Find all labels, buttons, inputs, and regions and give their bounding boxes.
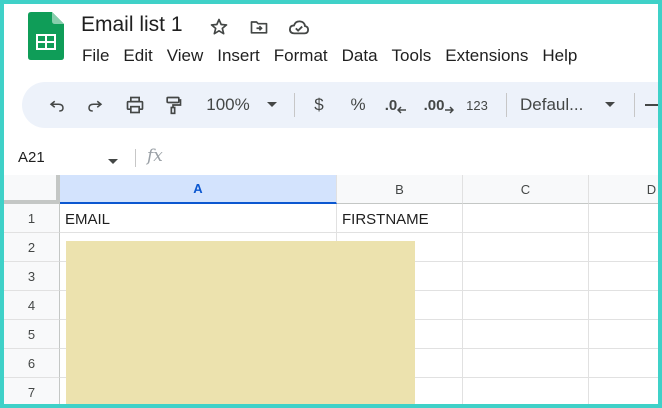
print-icon[interactable] (122, 82, 148, 128)
arrow-right-icon (445, 106, 455, 114)
toolbar-divider (634, 93, 635, 117)
increase-decimal-button[interactable]: .00 (422, 82, 456, 128)
cell-c1[interactable] (463, 204, 589, 233)
menu-help[interactable]: Help (535, 45, 584, 67)
increase-decimal-label: .00 (423, 96, 445, 114)
row-header[interactable]: 2 (4, 233, 60, 262)
decrease-font-size-icon[interactable] (642, 82, 658, 128)
toolbar-divider (506, 93, 507, 117)
menu-edit[interactable]: Edit (116, 45, 159, 67)
toolbar-divider (294, 93, 295, 117)
redacted-data-block (66, 241, 415, 404)
grid-cell[interactable] (589, 320, 658, 349)
grid-cell[interactable] (463, 233, 589, 262)
cloud-saved-icon[interactable] (288, 16, 310, 38)
menu-insert[interactable]: Insert (210, 45, 267, 67)
font-family-select[interactable]: Defaul... (520, 82, 592, 128)
grid-cell[interactable] (463, 291, 589, 320)
name-box[interactable]: A21 (18, 149, 45, 166)
app-window: Email list 1 File Edit View Insert Forma… (0, 0, 662, 408)
column-header-d[interactable]: D (589, 175, 658, 204)
formula-bar: A21 fx (4, 141, 658, 175)
column-header-a[interactable]: A (60, 175, 337, 204)
fx-icon: fx (147, 146, 163, 166)
font-dropdown-icon[interactable] (600, 82, 620, 128)
menu-format[interactable]: Format (267, 45, 335, 67)
row-header[interactable]: 5 (4, 320, 60, 349)
menu-tools[interactable]: Tools (385, 45, 439, 67)
more-formats-button[interactable]: 123 (462, 82, 492, 128)
arrow-left-icon (397, 106, 407, 114)
row-header[interactable]: 3 (4, 262, 60, 291)
name-box-dropdown-icon[interactable] (107, 153, 119, 171)
select-all-corner[interactable] (4, 175, 60, 204)
row-header[interactable]: 6 (4, 349, 60, 378)
menu-view[interactable]: View (160, 45, 211, 67)
grid-cell[interactable] (463, 378, 589, 404)
column-header-c[interactable]: C (463, 175, 589, 204)
currency-format-button[interactable]: $ (308, 82, 330, 128)
move-to-folder-icon[interactable] (248, 16, 270, 38)
grid-cell[interactable] (589, 378, 658, 404)
formula-bar-divider (135, 149, 136, 167)
decrease-decimal-button[interactable]: .0 (382, 82, 410, 128)
grid-cell[interactable] (463, 349, 589, 378)
menu-bar: File Edit View Insert Format Data Tools … (75, 45, 584, 67)
grid-cell[interactable] (589, 291, 658, 320)
toolbar: 100% $ % .0 .00 123 Defaul... (22, 82, 658, 128)
star-icon[interactable] (208, 16, 230, 38)
redo-icon[interactable] (82, 82, 108, 128)
grid-cell[interactable] (589, 262, 658, 291)
column-header-b[interactable]: B (337, 175, 463, 204)
row-header[interactable]: 7 (4, 378, 60, 404)
grid-cell[interactable] (463, 320, 589, 349)
percent-format-button[interactable]: % (346, 82, 370, 128)
menu-file[interactable]: File (75, 45, 116, 67)
grid-cell[interactable] (589, 349, 658, 378)
grid-cell[interactable] (589, 233, 658, 262)
paint-format-icon[interactable] (160, 82, 186, 128)
menu-data[interactable]: Data (335, 45, 385, 67)
spreadsheet-grid: A B C D 1 2 3 4 5 6 7 EMAIL FIRSTNAME (4, 175, 658, 404)
row-header[interactable]: 1 (4, 204, 60, 233)
cell-d1[interactable] (589, 204, 658, 233)
sheets-logo-icon[interactable] (28, 12, 64, 60)
undo-icon[interactable] (44, 82, 70, 128)
menu-extensions[interactable]: Extensions (438, 45, 535, 67)
grid-cell[interactable] (463, 262, 589, 291)
zoom-dropdown-icon[interactable] (262, 82, 282, 128)
decrease-decimal-label: .0 (384, 96, 398, 114)
cell-a1[interactable]: EMAIL (60, 204, 337, 233)
zoom-value[interactable]: 100% (202, 82, 254, 128)
cell-b1[interactable]: FIRSTNAME (337, 204, 463, 233)
document-title[interactable]: Email list 1 (81, 13, 183, 37)
row-header[interactable]: 4 (4, 291, 60, 320)
